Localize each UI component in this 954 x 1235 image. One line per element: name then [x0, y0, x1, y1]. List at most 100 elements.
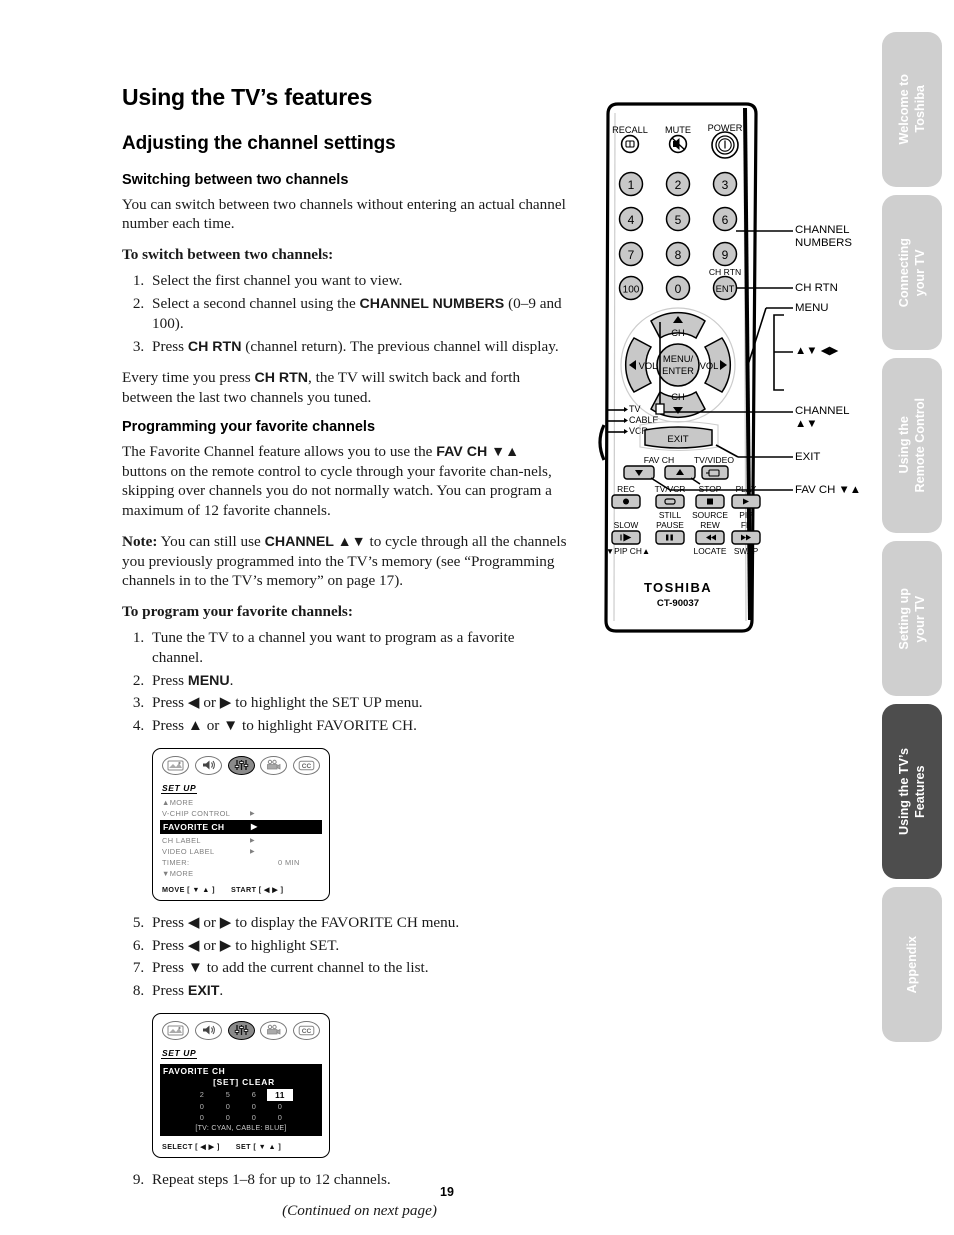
sidebar-item-setting-up[interactable]: Setting up your TV: [882, 541, 942, 696]
table-row: 0 0 0 0: [163, 1101, 319, 1112]
osd-icon-row: CC: [160, 1020, 322, 1043]
vol-right-label: VOL: [700, 360, 719, 371]
osd-favorite-menu: CC SET UP FAVORITE CH [SET] CLEAR 2 5 6 …: [152, 1012, 330, 1158]
picture-icon[interactable]: [162, 1020, 189, 1040]
fav-cell[interactable]: 5: [215, 1089, 241, 1101]
page-title: Using the TV’s features: [122, 84, 373, 110]
sidebar-item-appendix[interactable]: Appendix: [882, 887, 942, 1042]
subsection-favorite-intro: The Favorite Channel feature allows you …: [122, 443, 552, 519]
osd-footer-set: SET [ ▼ ▲ ]: [235, 1141, 282, 1151]
switch-leadin: To switch between two channels:: [122, 246, 334, 264]
list-item: Press ◀ or ▶ to highlight the SET UP men…: [148, 693, 567, 713]
osd-row-group: ▲MORE V-CHIP CONTROL ▶ FAVORITE CH ▶ CH LA…: [160, 797, 322, 879]
osd-row-more-up[interactable]: ▲MORE: [160, 797, 322, 808]
svg-text:2: 2: [675, 178, 682, 192]
osd-favorite-panel-title: FAVORITE CH: [163, 1065, 226, 1076]
setup-icon[interactable]: [227, 755, 255, 775]
callout-menu: MENU: [795, 302, 829, 314]
fav-cell[interactable]: 0: [267, 1112, 293, 1123]
svg-text:1: 1: [628, 178, 635, 192]
swap-label: SWAP: [734, 546, 759, 556]
record-icon: [623, 498, 629, 505]
callout-ch-rtn: CH RTN: [795, 282, 838, 294]
ch-rtn-label: CH RTN: [709, 267, 741, 277]
fav-cell[interactable]: 0: [189, 1112, 215, 1123]
sidebar-tabs: Welcome to Toshiba Connecting your TV Us…: [870, 0, 942, 1235]
osd-footer-start: START [ ◀ ▶ ]: [230, 884, 284, 894]
svg-text:7: 7: [628, 248, 635, 262]
callout-arrow-keys: ▲▼ ◀▶: [795, 345, 839, 357]
fav-cell[interactable]: 0: [267, 1101, 293, 1112]
osd-footer: MOVE [ ▼ ▲ ] START [ ◀ ▶ ]: [160, 885, 322, 894]
fav-cell[interactable]: 0: [215, 1112, 241, 1123]
sidebar-item-label: Using the TV’s Features: [896, 748, 927, 835]
svg-text:9: 9: [722, 248, 729, 262]
sidebar-item-remote-control[interactable]: Using the Remote Control: [882, 358, 942, 533]
mode-label-tv: TV: [629, 404, 641, 414]
osd-row-video-label[interactable]: VIDEO LABEL ▶: [160, 846, 322, 857]
osd-row-ch-label[interactable]: CH LABEL ▶: [160, 835, 322, 846]
video-icon[interactable]: [260, 1020, 288, 1040]
callout-exit: EXIT: [795, 451, 821, 463]
sidebar-item-welcome[interactable]: Welcome to Toshiba: [882, 32, 942, 187]
osd-favorite-panel: FAVORITE CH [SET] CLEAR 2 5 6 11 0 0 0 0…: [160, 1063, 322, 1136]
pip-label: PIP: [739, 510, 753, 520]
section-title: Adjusting the channel settings: [122, 133, 396, 154]
mode-label-cable: CABLE: [629, 415, 659, 425]
svg-text:CC: CC: [302, 1028, 312, 1035]
list-item: Select a second channel using the CHANNE…: [148, 294, 567, 334]
source-label: SOURCE: [692, 510, 728, 520]
switch-outro: Every time you press CH RTN, the TV will…: [122, 369, 521, 407]
table-row: 2 5 6 11: [163, 1088, 319, 1101]
svg-text:ENTER: ENTER: [662, 365, 694, 376]
svg-text:MENU/: MENU/: [663, 353, 694, 364]
stop-label: STOP: [699, 484, 722, 494]
list-item: Tune the TV to a channel you want to pro…: [148, 628, 567, 668]
fav-cell[interactable]: 6: [241, 1089, 267, 1101]
tv-vcr-button: [655, 494, 685, 509]
subsection-switching-intro: You can switch between two channels with…: [122, 196, 566, 233]
locate-label: LOCATE: [694, 546, 727, 556]
fav-cell-selected[interactable]: 11: [267, 1088, 293, 1101]
osd-row-vchip[interactable]: V-CHIP CONTROL ▶: [160, 808, 322, 819]
remote-control-diagram: RECALL MUTE POWER 1 2 3 4 5 6 7 8 9 100 …: [588, 100, 878, 660]
picture-icon[interactable]: [162, 755, 189, 775]
table-row: 0 0 0 0: [163, 1112, 319, 1123]
fav-cell[interactable]: 0: [215, 1101, 241, 1112]
pip-ch-label: ▼PIP CH▲: [606, 546, 650, 556]
exit-button-label: EXIT: [667, 434, 688, 445]
vol-left-label: VOL: [639, 360, 658, 371]
setup-icon[interactable]: [227, 1020, 255, 1040]
svg-text:0: 0: [675, 282, 682, 296]
osd-setup-menu: CC SET UP ▲MORE V-CHIP CONTROL ▶ FAVORITE…: [152, 747, 330, 901]
fav-cell[interactable]: 0: [241, 1101, 267, 1112]
sidebar-item-tv-features[interactable]: Using the TV’s Features: [882, 704, 942, 879]
favorite-steps-list-part2: Press ◀ or ▶ to display the FAVORITE CH …: [122, 913, 567, 1001]
sidebar-item-connecting[interactable]: Connecting your TV: [882, 195, 942, 350]
remote-model: CT-90037: [657, 598, 699, 609]
osd-row-favorite-ch[interactable]: FAVORITE CH ▶: [160, 819, 322, 834]
osd-set-clear[interactable]: [SET] CLEAR: [163, 1077, 319, 1087]
audio-icon[interactable]: [194, 1020, 222, 1040]
osd-row-more-down[interactable]: ▼MORE: [160, 868, 322, 879]
still-label: STILL: [659, 510, 682, 520]
favorite-note: Note: You can still use CHANNEL ▲▼ to cy…: [122, 532, 567, 589]
tv-video-label: TV/VIDEO: [694, 455, 734, 465]
play-label: PLAY: [736, 484, 757, 494]
favorite-channel-grid: 2 5 6 11 0 0 0 0 0 0 0 0: [163, 1088, 319, 1123]
rew-label: REW: [700, 520, 720, 530]
mute-label: MUTE: [665, 125, 691, 135]
osd-row-timer[interactable]: TIMER: 0 MIN: [160, 857, 322, 868]
fav-cell[interactable]: 0: [241, 1112, 267, 1123]
cc-icon[interactable]: CC: [293, 1020, 320, 1040]
rec-label: REC: [617, 484, 635, 494]
pause-label: PAUSE: [656, 520, 684, 530]
audio-icon[interactable]: [194, 755, 222, 775]
list-item: Press ◀ or ▶ to display the FAVORITE CH …: [148, 913, 567, 933]
fav-cell[interactable]: 2: [189, 1089, 215, 1101]
svg-text:CC: CC: [302, 763, 312, 770]
fav-cell[interactable]: 0: [189, 1101, 215, 1112]
video-icon[interactable]: [260, 755, 288, 775]
pause-button: [655, 530, 685, 545]
cc-icon[interactable]: CC: [293, 755, 320, 775]
